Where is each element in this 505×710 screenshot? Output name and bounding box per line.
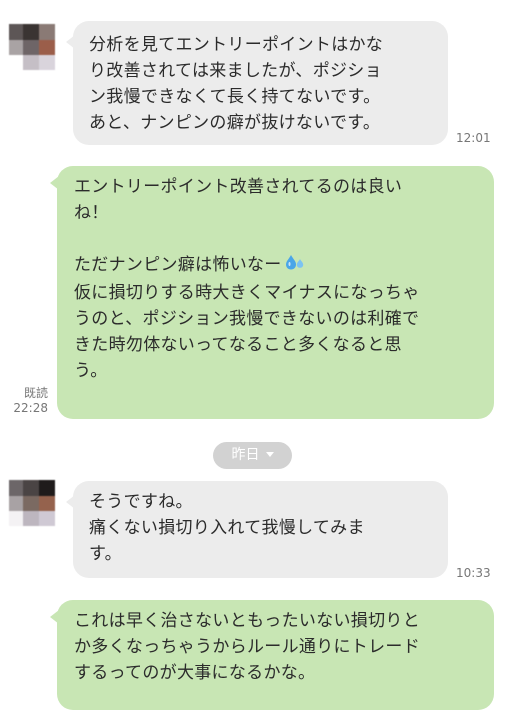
read-label: 既読: [23, 386, 48, 400]
message-text: う。: [74, 361, 108, 381]
date-separator-pill[interactable]: 昨日: [213, 442, 292, 469]
message-timestamp: 12:01: [456, 131, 491, 145]
contact-avatar[interactable]: [9, 480, 55, 526]
contact-avatar[interactable]: [9, 24, 55, 70]
chat-view[interactable]: 分析を見てエントリーポイントはかな り改善されては来ましたが、ポジショ ン我慢で…: [0, 0, 505, 710]
message-text: きた時勿体ないってなること多くなると思: [74, 335, 402, 355]
message-text: するってのが大事になるかな。: [74, 663, 316, 683]
message-timestamp: 10:33: [456, 566, 491, 580]
read-receipt: 既読 22:28: [8, 386, 48, 416]
chevron-down-icon: [265, 452, 274, 457]
incoming-message-bubble[interactable]: そうですね。 痛くない損切り入れて我慢してみま す。: [66, 481, 448, 578]
message-text: か多くなっちゃうからルール通りにトレード: [74, 637, 420, 657]
message-timestamp: 22:28: [13, 401, 48, 415]
date-label: 昨日: [231, 447, 260, 463]
message-text: うのと、ポジション我慢できないのは利確で: [74, 309, 420, 329]
message-text: そうですね。: [89, 492, 193, 512]
outgoing-message-bubble[interactable]: エントリーポイント改善されてるのは良い ね！ ただナンピン癖は怖いなー 仮に損切…: [50, 166, 494, 419]
message-text: ン我慢できなくて長く持てないです。: [89, 87, 381, 107]
message-text: 仮に損切りする時大きくマイナスになっちゃ: [74, 283, 420, 303]
message-line-with-emoji: ただナンピン癖は怖いなー: [74, 252, 486, 280]
message-text: あと、ナンピンの癖が抜けないです。: [89, 113, 381, 133]
message-text: 痛くない損切り入れて我慢してみま: [89, 518, 365, 538]
message-text: ただナンピン癖は怖いなー: [74, 255, 282, 275]
message-text: ね！: [74, 203, 109, 223]
message-text: す。: [89, 544, 122, 564]
message-text: エントリーポイント改善されてるのは良い: [74, 177, 403, 197]
message-text: これは早く治さないともったいない損切りと: [74, 611, 420, 631]
incoming-message-bubble[interactable]: 分析を見てエントリーポイントはかな り改善されては来ましたが、ポジショ ン我慢で…: [66, 21, 448, 145]
message-text: り改善されては来ましたが、ポジショ: [89, 61, 382, 81]
message-text: 分析を見てエントリーポイントはかな: [89, 35, 384, 55]
sweat-droplets-icon: [285, 254, 305, 280]
